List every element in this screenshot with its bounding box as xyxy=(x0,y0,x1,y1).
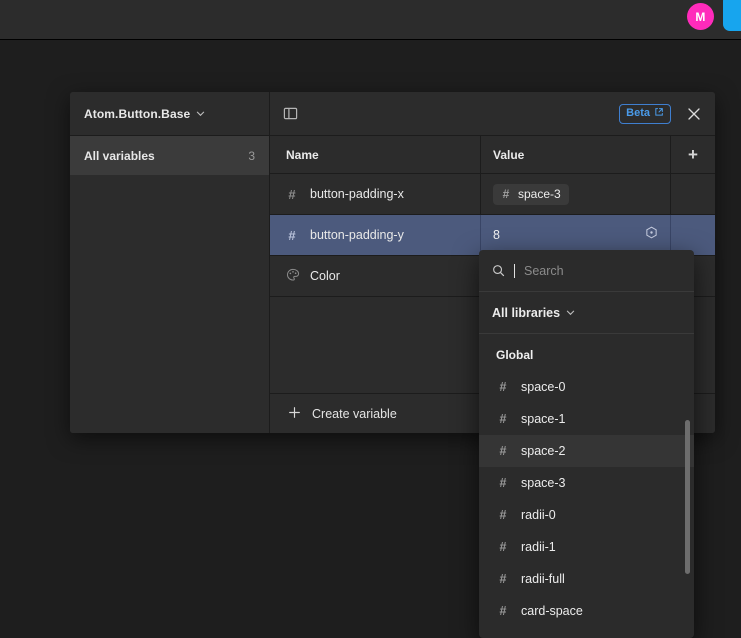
variable-value-cell[interactable]: 8 xyxy=(480,215,670,255)
table-header: Name Value + xyxy=(270,136,715,174)
hash-icon: # xyxy=(497,604,509,618)
variable-name-cell[interactable]: Color xyxy=(270,256,480,296)
library-filter-dropdown[interactable]: All libraries xyxy=(479,292,694,334)
external-link-icon xyxy=(654,107,664,120)
row-end-cell xyxy=(670,174,715,214)
list-item-label: space-1 xyxy=(521,412,565,426)
list-item-hovered[interactable]: # space-2 xyxy=(479,435,694,467)
options-group-title: Global xyxy=(479,340,694,371)
variable-name-cell[interactable]: # button-padding-y xyxy=(270,215,480,255)
variable-name: button-padding-y xyxy=(310,228,404,242)
list-item-label: radii-0 xyxy=(521,508,556,522)
search-icon xyxy=(492,264,505,277)
hexagon-dot-icon[interactable] xyxy=(645,226,658,244)
scrollbar-thumb[interactable] xyxy=(685,420,690,574)
list-item[interactable]: # space-3 xyxy=(479,467,694,499)
avatar-initial: M xyxy=(695,10,705,24)
sidebar-item-count: 3 xyxy=(248,149,255,163)
chevron-down-icon xyxy=(566,308,575,319)
sidebar-toggle-icon[interactable] xyxy=(280,104,300,124)
collection-name: Atom.Button.Base xyxy=(84,107,190,121)
sidebar-item-label: All variables xyxy=(84,149,248,163)
column-header-value: Value xyxy=(480,136,670,173)
variable-options-list[interactable]: Global # space-0 # space-1 # space-2 # s… xyxy=(479,334,694,638)
token-value: space-3 xyxy=(518,187,561,201)
list-item[interactable]: # radii-1 xyxy=(479,531,694,563)
create-variable-label: Create variable xyxy=(312,407,397,421)
hash-icon: # xyxy=(497,572,509,586)
hash-icon: # xyxy=(497,508,509,522)
list-item-label: card-space xyxy=(521,604,583,618)
chevron-down-icon xyxy=(196,109,205,120)
hash-icon: # xyxy=(286,228,298,243)
hash-icon: # xyxy=(500,187,512,201)
close-icon[interactable] xyxy=(685,105,703,123)
add-variable-button[interactable]: + xyxy=(670,136,715,173)
list-item-label: space-3 xyxy=(521,476,565,490)
search-input[interactable]: Search xyxy=(524,264,564,278)
list-item-label: space-2 xyxy=(521,444,565,458)
sidebar-empty-area xyxy=(70,175,269,433)
sidebar-item-all-variables[interactable]: All variables 3 xyxy=(70,136,269,175)
list-item[interactable]: # radii-full xyxy=(479,563,694,595)
variables-toolbar: Beta xyxy=(270,92,715,136)
beta-badge[interactable]: Beta xyxy=(619,104,671,124)
app-top-bar: M xyxy=(0,0,741,40)
hash-icon: # xyxy=(286,187,298,202)
list-item-label: space-0 xyxy=(521,380,565,394)
row-end-cell xyxy=(670,215,715,255)
variables-sidebar: Atom.Button.Base All variables 3 xyxy=(70,92,270,433)
palette-icon xyxy=(286,268,298,285)
list-item-label: radii-1 xyxy=(521,540,556,554)
list-item[interactable]: # radii-0 xyxy=(479,499,694,531)
list-item[interactable]: # card-space xyxy=(479,595,694,627)
beta-badge-label: Beta xyxy=(626,107,650,119)
variable-name: button-padding-x xyxy=(310,187,404,201)
list-item-label: radii-full xyxy=(521,572,565,586)
variable-picker-dropdown: Search All libraries Global # space-0 # … xyxy=(479,250,694,638)
design-canvas[interactable]: Atom.Button.Base All variables 3 xyxy=(0,41,741,628)
variable-name: Color xyxy=(310,269,340,283)
hash-icon: # xyxy=(497,380,509,394)
library-filter-label: All libraries xyxy=(492,306,560,320)
hash-icon: # xyxy=(497,476,509,490)
search-field[interactable]: Search xyxy=(479,250,694,292)
list-item[interactable]: # space-1 xyxy=(479,403,694,435)
list-item[interactable]: # space-0 xyxy=(479,371,694,403)
variable-value: 8 xyxy=(493,228,500,242)
token-chip[interactable]: # space-3 xyxy=(493,184,569,205)
variable-value-cell[interactable]: # space-3 xyxy=(480,174,670,214)
hash-icon: # xyxy=(497,540,509,554)
variable-name-cell[interactable]: # button-padding-x xyxy=(270,174,480,214)
text-caret xyxy=(514,264,515,278)
column-header-name: Name xyxy=(270,148,480,162)
collection-selector[interactable]: Atom.Button.Base xyxy=(70,92,269,136)
hash-icon: # xyxy=(497,444,509,458)
avatar[interactable]: M xyxy=(687,3,714,30)
plus-icon xyxy=(288,406,301,422)
table-row[interactable]: # button-padding-x # space-3 xyxy=(270,174,715,215)
blue-accent-chip[interactable] xyxy=(723,0,741,31)
hash-icon: # xyxy=(497,412,509,426)
